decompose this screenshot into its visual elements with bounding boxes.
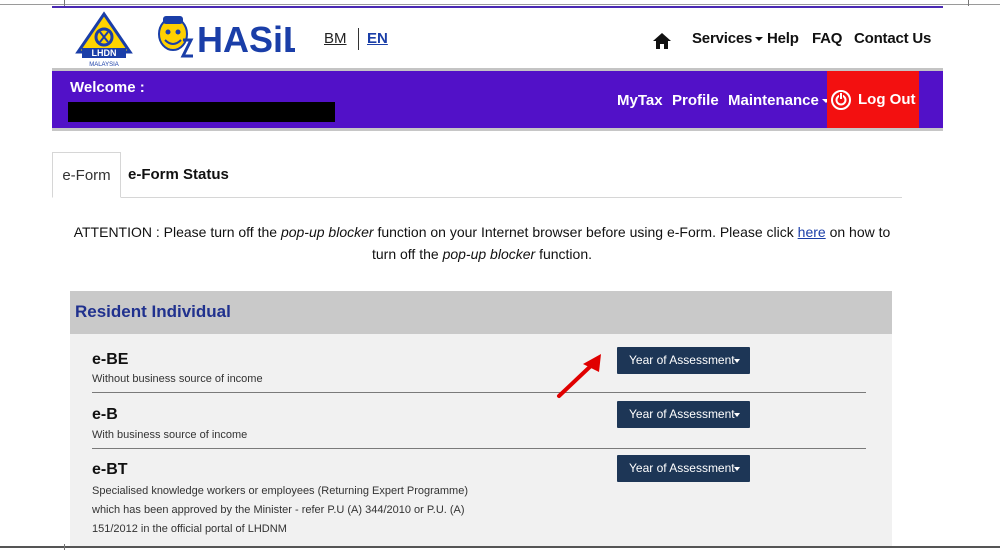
mytax-link[interactable]: MyTax [617,92,663,109]
row-divider [92,392,866,393]
form-description-line: which has been approved by the Minister … [92,504,465,516]
profile-link[interactable]: Profile [672,92,719,109]
hasil-wordmark: HASiL [197,19,295,60]
form-title: e-BE [92,351,129,368]
year-of-assessment-label: Year of Assessment [629,353,735,367]
help-link[interactable]: Help [767,30,799,47]
lhdn-logo[interactable]: LHDN MALAYSIA [74,10,134,68]
panel-header: Resident Individual [70,291,892,334]
header: LHDN MALAYSIA HASiL BM EN Services Help … [52,8,943,68]
language-bm-link[interactable]: BM [324,30,347,47]
form-description-line: Specialised knowledge workers or employe… [92,485,468,497]
annotation-arrow-icon [557,354,601,398]
home-icon[interactable] [653,32,671,50]
services-menu[interactable]: Services [692,30,764,47]
form-description: With business source of income [92,429,248,441]
chevron-down-icon [755,37,764,42]
chevron-down-icon [734,467,740,471]
tab-eform-status[interactable]: e-Form Status [128,152,229,198]
row-divider [92,448,866,449]
eform-tabs: e-Form e-Form Status [52,152,902,198]
panel-title: Resident Individual [75,302,231,321]
page: LHDN MALAYSIA HASiL BM EN Services Help … [52,6,943,546]
form-title: e-BT [92,461,128,478]
attention-text-suffix: function. [535,246,593,262]
frame-tick [968,0,969,6]
language-divider [358,28,359,50]
form-title: e-B [92,406,118,423]
chevron-down-icon [734,359,740,363]
power-icon [831,90,851,110]
maintenance-menu-label: Maintenance [728,92,819,109]
attention-text-mid: function on your Internet browser before… [373,224,798,240]
attention-emphasis-2: pop-up blocker [442,246,536,262]
logout-label: Log Out [858,91,916,108]
form-row-ebt: e-BT Specialised knowledge workers or em… [92,455,866,546]
frame-top-line [0,4,1000,5]
popup-help-link[interactable]: here [798,224,826,240]
welcome-label: Welcome : [70,79,145,96]
chevron-down-icon [734,413,740,417]
year-of-assessment-dropdown[interactable]: Year of Assessment [617,455,750,482]
form-row-eb: e-B With business source of income Year … [92,401,866,449]
contact-us-link[interactable]: Contact Us [854,30,931,47]
tab-eform[interactable]: e-Form [52,152,121,198]
lhdn-logo-text: LHDN [92,48,117,58]
attention-text-prefix: ATTENTION : Please turn off the [73,224,281,240]
ezhasil-logo[interactable]: HASiL [155,10,295,68]
language-en-link[interactable]: EN [367,30,388,47]
services-menu-label: Services [692,30,753,47]
logout-button[interactable]: Log Out [827,71,919,128]
attention-notice: ATTENTION : Please turn off the pop-up b… [62,221,902,265]
attention-emphasis-1: pop-up blocker [280,224,374,240]
form-description-line: 151/2012 in the official portal of LHDNM [92,523,287,535]
frame-bottom-line [0,546,1000,548]
maintenance-menu[interactable]: Maintenance [728,92,830,109]
form-row-ebe: e-BE Without business source of income Y… [92,347,866,393]
redacted-username [68,102,335,122]
resident-individual-panel: Resident Individual e-BE Without busines… [70,291,892,546]
welcome-bar-bottom-rule [52,128,943,131]
year-of-assessment-dropdown[interactable]: Year of Assessment [617,347,750,374]
form-description: Without business source of income [92,373,263,385]
year-of-assessment-label: Year of Assessment [629,407,735,421]
year-of-assessment-label: Year of Assessment [629,461,735,475]
welcome-bar: Welcome : MyTax Profile Maintenance Log … [52,68,943,128]
year-of-assessment-dropdown[interactable]: Year of Assessment [617,401,750,428]
faq-link[interactable]: FAQ [812,30,842,47]
